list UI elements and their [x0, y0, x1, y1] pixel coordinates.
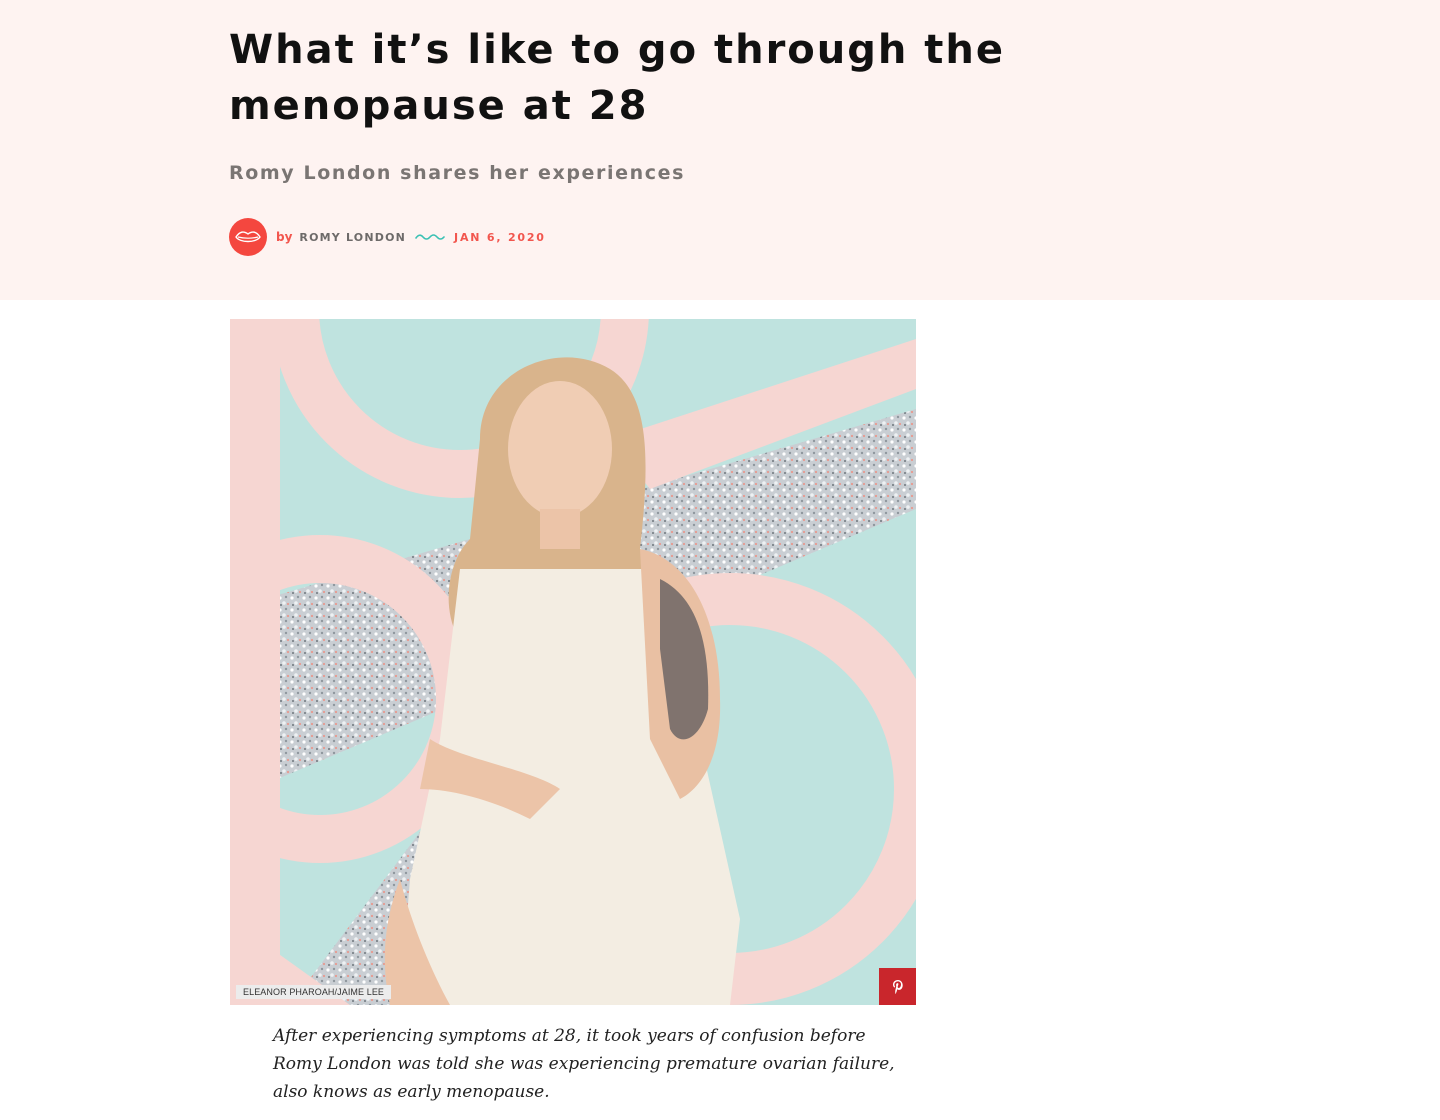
- author-avatar[interactable]: [229, 218, 267, 256]
- pinterest-button[interactable]: [879, 968, 916, 1005]
- photo-credit: ELEANOR PHAROAH/JAIME LEE: [236, 985, 392, 999]
- byline: by ROMY LONDON JAN 6, 2020: [229, 218, 546, 256]
- pinterest-icon: [892, 979, 903, 994]
- author-link[interactable]: ROMY LONDON: [299, 231, 406, 244]
- article-header: What it’s like to go through the menopau…: [0, 0, 1440, 300]
- squiggle-icon: [415, 232, 445, 242]
- publish-date: JAN 6, 2020: [454, 230, 546, 244]
- article-standfirst: After experiencing symptoms at 28, it to…: [273, 1026, 895, 1102]
- lips-icon: [235, 231, 261, 243]
- hero-image: ELEANOR PHAROAH/JAIME LEE: [230, 319, 916, 1005]
- byline-by-label: by: [276, 230, 293, 244]
- hero-photo: [230, 319, 916, 1005]
- article-title: What it’s like to go through the menopau…: [229, 27, 1006, 129]
- article-subtitle: Romy London shares her experiences: [229, 162, 685, 184]
